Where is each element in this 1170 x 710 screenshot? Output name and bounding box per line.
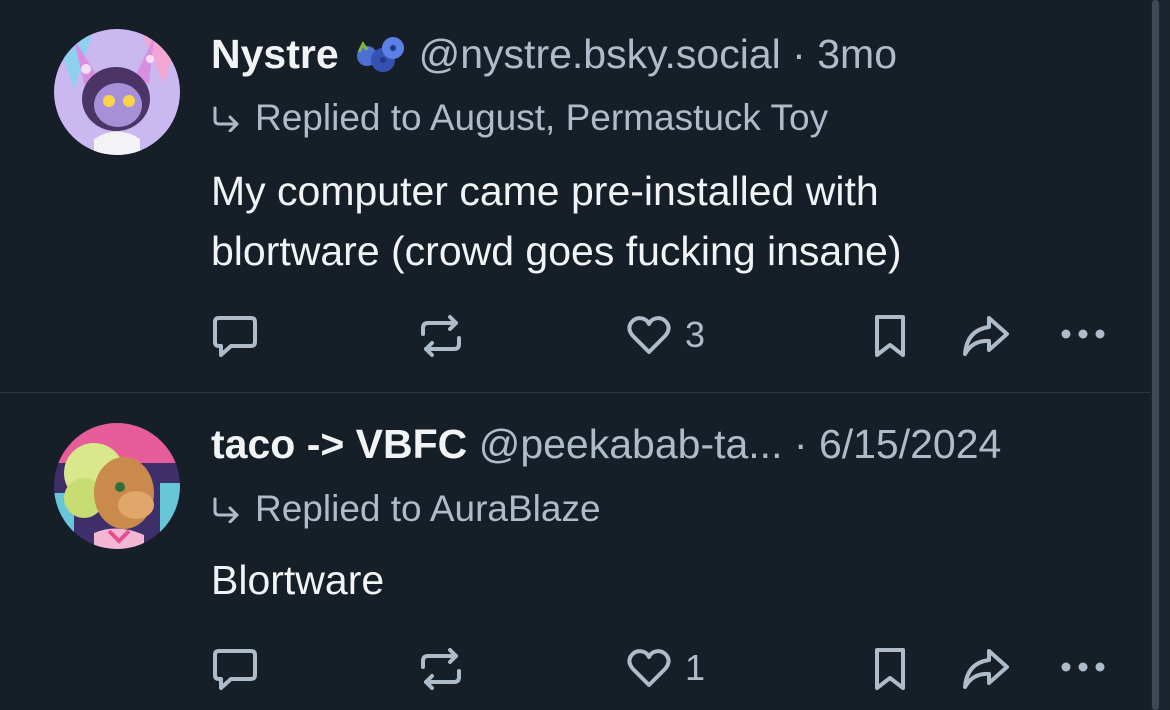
bookmark-icon [875, 648, 905, 690]
feed-post[interactable]: Nystre @nystre.bsky.social · 3mo Replied … [0, 0, 1150, 392]
post-text: Blortware [211, 550, 1111, 610]
bookmark-button[interactable] [872, 646, 908, 692]
author-name[interactable]: Nystre [211, 31, 339, 77]
avatar[interactable] [54, 423, 180, 549]
post-header: taco -> VBFC @peekabab-ta... · 6/15/2024 [211, 418, 1001, 470]
post-timestamp[interactable]: 3mo [817, 31, 897, 77]
author-handle[interactable]: @nystre.bsky.social [419, 31, 781, 77]
reply-button[interactable] [211, 647, 259, 693]
author-handle[interactable]: @peekabab-ta... [479, 421, 783, 467]
post-header: Nystre @nystre.bsky.social · 3mo [211, 28, 897, 86]
reply-context[interactable]: Replied to AuraBlaze [211, 485, 601, 535]
more-dots-icon [1061, 662, 1105, 672]
repost-icon [421, 315, 461, 357]
avatar-image-icon [54, 29, 180, 155]
separator-dot: · [793, 421, 808, 467]
share-arrow-icon [963, 316, 1009, 356]
repost-icon [421, 648, 461, 690]
reply-button[interactable] [211, 314, 259, 360]
repost-button[interactable] [418, 314, 464, 358]
post-text-line: My computer came pre-installed with [211, 168, 879, 214]
post-text: My computer came pre-installed with blor… [211, 161, 1111, 281]
reply-context[interactable]: Replied to August, Permastuck Toy [211, 94, 828, 144]
more-options-button[interactable] [1060, 661, 1106, 673]
bookmark-icon [875, 315, 905, 357]
avatar[interactable] [54, 29, 180, 155]
reply-to-label: Replied to AuraBlaze [255, 488, 601, 529]
share-arrow-icon [963, 649, 1009, 689]
share-button[interactable] [961, 314, 1011, 358]
scrollbar-thumb[interactable] [1152, 0, 1159, 710]
more-options-button[interactable] [1060, 328, 1106, 340]
reply-to-label: Replied to August, Permastuck Toy [255, 97, 829, 138]
bookmark-button[interactable] [872, 313, 908, 359]
blueberries-emoji-icon [353, 34, 409, 86]
author-name[interactable]: taco -> VBFC [211, 421, 467, 467]
post-text-line: Blortware [211, 557, 385, 603]
feed-post[interactable]: taco -> VBFC @peekabab-ta... · 6/15/2024… [0, 393, 1150, 710]
comment-icon [213, 649, 257, 690]
like-button[interactable]: 1 [625, 647, 705, 689]
post-timestamp[interactable]: 6/15/2024 [819, 421, 1001, 467]
repost-button[interactable] [418, 647, 464, 691]
reply-arrow-icon [211, 487, 241, 535]
avatar-image-icon [54, 423, 180, 549]
heart-icon [627, 316, 671, 354]
share-button[interactable] [961, 647, 1011, 691]
heart-icon [627, 649, 671, 687]
scrollbar-track[interactable] [1150, 0, 1170, 710]
like-button[interactable]: 3 [625, 314, 705, 356]
separator-dot: · [792, 31, 806, 77]
post-text-line: blortware (crowd goes fucking insane) [211, 228, 902, 274]
like-count: 3 [685, 314, 706, 355]
more-dots-icon [1061, 329, 1105, 339]
like-count: 1 [685, 647, 706, 688]
reply-arrow-icon [211, 96, 241, 144]
comment-icon [213, 316, 257, 357]
